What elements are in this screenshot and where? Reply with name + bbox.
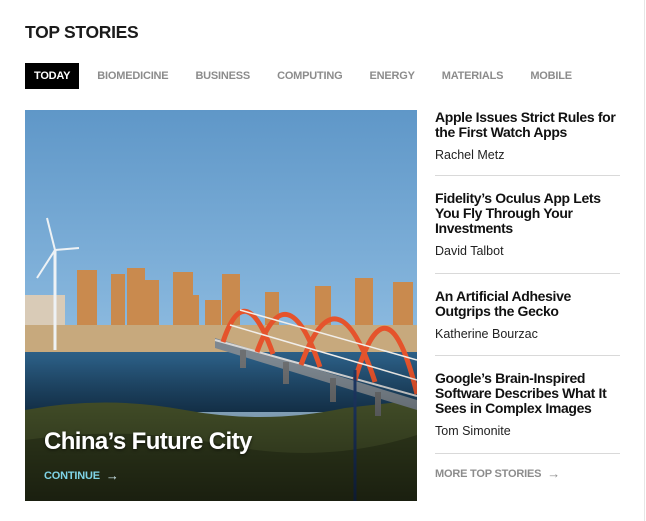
- story-author: Katherine Bourzac: [435, 327, 538, 341]
- page-divider: [644, 0, 645, 521]
- story-item[interactable]: An Artificial Adhesive Outgrips the Geck…: [435, 274, 620, 356]
- story-headline[interactable]: Google’s Brain-Inspired Software Describ…: [435, 371, 620, 416]
- story-item[interactable]: Google’s Brain-Inspired Software Describ…: [435, 356, 620, 454]
- topic-tabs: TODAY BIOMEDICINE BUSINESS COMPUTING ENE…: [25, 63, 590, 89]
- arrow-right-icon: →: [105, 468, 119, 483]
- feature-story[interactable]: China’s Future City CONTINUE →: [25, 110, 417, 501]
- tab-today[interactable]: TODAY: [25, 63, 80, 89]
- story-headline[interactable]: Fidelity’s Oculus App Lets You Fly Throu…: [435, 191, 620, 236]
- story-list: Apple Issues Strict Rules for the First …: [435, 110, 620, 454]
- story-author: Tom Simonite: [435, 424, 511, 438]
- section-title: TOP STORIES: [25, 22, 139, 42]
- more-label: MORE TOP STORIES: [435, 467, 542, 480]
- story-headline[interactable]: An Artificial Adhesive Outgrips the Geck…: [435, 289, 620, 319]
- tab-mobile[interactable]: MOBILE: [521, 63, 581, 89]
- story-item[interactable]: Fidelity’s Oculus App Lets You Fly Throu…: [435, 176, 620, 274]
- story-headline[interactable]: Apple Issues Strict Rules for the First …: [435, 110, 620, 140]
- more-top-stories-link[interactable]: MORE TOP STORIES →: [435, 466, 560, 481]
- story-author: Rachel Metz: [435, 148, 505, 162]
- story-item[interactable]: Apple Issues Strict Rules for the First …: [435, 110, 620, 176]
- arrow-right-icon: →: [547, 466, 561, 481]
- continue-label: CONTINUE: [44, 469, 100, 482]
- story-author: David Talbot: [435, 244, 504, 258]
- tab-computing[interactable]: COMPUTING: [268, 63, 351, 89]
- tab-energy[interactable]: ENERGY: [361, 63, 424, 89]
- feature-title[interactable]: China’s Future City: [44, 428, 252, 456]
- tab-materials[interactable]: MATERIALS: [433, 63, 513, 89]
- continue-link[interactable]: CONTINUE →: [44, 468, 119, 483]
- tab-biomedicine[interactable]: BIOMEDICINE: [88, 63, 177, 89]
- tab-business[interactable]: BUSINESS: [186, 63, 259, 89]
